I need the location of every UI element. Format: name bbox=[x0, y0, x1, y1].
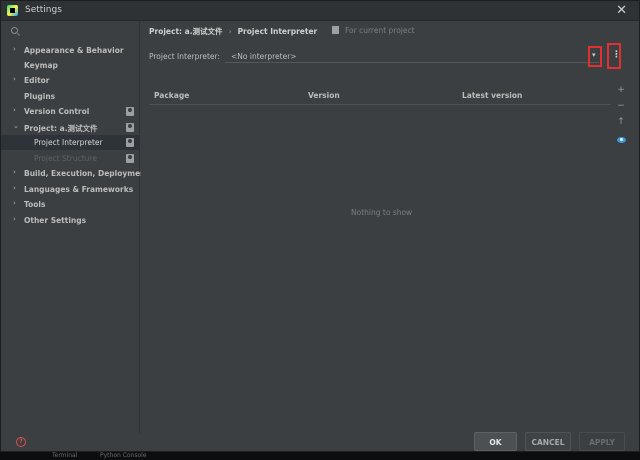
interpreter-dropdown-button[interactable]: ▾ bbox=[588, 46, 602, 67]
title-bar: Settings ✕ bbox=[1, 1, 639, 21]
sidebar-item-plugins[interactable]: Plugins bbox=[1, 89, 140, 104]
upgrade-package-icon[interactable]: ↑ bbox=[615, 117, 627, 129]
sidebar-item-label: Appearance & Behavior bbox=[24, 46, 124, 55]
sidebar-item-label: Project Structure bbox=[34, 154, 97, 163]
taskbar-python-console: Python Console bbox=[100, 452, 147, 459]
project-scope-icon bbox=[126, 154, 134, 163]
interpreter-select[interactable]: <No interpreter> bbox=[225, 47, 599, 63]
column-header-latest-version[interactable]: Latest version bbox=[462, 91, 522, 100]
sidebar-item-label: Tools bbox=[24, 200, 46, 209]
breadcrumb: Project: a.测试文件 › Project Interpreter bbox=[149, 26, 317, 37]
add-package-icon[interactable]: + bbox=[615, 85, 627, 97]
sidebar-item-label: Other Settings bbox=[24, 216, 87, 225]
for-current-project-note: For current project bbox=[332, 26, 415, 35]
sidebar-item-label: Plugins bbox=[24, 92, 56, 101]
settings-main-panel: Project: a.测试文件 › Project Interpreter For … bbox=[141, 21, 639, 433]
project-scope-icon bbox=[332, 26, 339, 34]
chevron-right-icon: › bbox=[13, 168, 16, 176]
sidebar-item-editor[interactable]: › Editor bbox=[1, 73, 140, 88]
help-icon[interactable]: ? bbox=[16, 437, 26, 447]
sidebar-item-keymap[interactable]: Keymap bbox=[1, 58, 140, 73]
sidebar-item-label: Build, Execution, Deployment bbox=[24, 169, 150, 178]
pycharm-logo-icon bbox=[7, 5, 18, 16]
chevron-right-icon: › bbox=[13, 106, 16, 114]
ok-button[interactable]: OK bbox=[474, 432, 517, 451]
empty-table-message: Nothing to show bbox=[351, 208, 413, 217]
background-taskbar: Terminal Python Console bbox=[0, 452, 640, 460]
settings-dialog: Settings ✕ › Appearance & Behavior Keyma… bbox=[0, 0, 640, 452]
sidebar-item-project[interactable]: ⌄ Project: a.测试文件 bbox=[1, 120, 140, 135]
breadcrumb-project: Project: a.测试文件 bbox=[149, 27, 223, 36]
more-vertical-icon: ⋮ bbox=[612, 50, 621, 60]
cancel-button[interactable]: CANCEL bbox=[525, 432, 571, 451]
chevron-right-icon: › bbox=[13, 215, 16, 223]
apply-button[interactable]: APPLY bbox=[579, 432, 625, 451]
chevron-right-icon: › bbox=[13, 184, 16, 192]
sidebar-item-project-structure[interactable]: Project Structure bbox=[1, 151, 140, 166]
sidebar-item-version-control[interactable]: › Version Control bbox=[1, 104, 140, 119]
sidebar-item-label: Project: a.测试文件 bbox=[24, 124, 98, 133]
window-title: Settings bbox=[25, 5, 62, 15]
sidebar-item-tools[interactable]: › Tools bbox=[1, 197, 140, 212]
sidebar-item-label: Editor bbox=[24, 76, 50, 85]
sidebar-item-label: Project Interpreter bbox=[34, 138, 103, 147]
chevron-down-icon: ⌄ bbox=[13, 122, 19, 130]
sidebar-item-label: Languages & Frameworks bbox=[24, 185, 134, 194]
sidebar-item-build[interactable]: › Build, Execution, Deployment bbox=[1, 166, 149, 181]
settings-search-input[interactable] bbox=[7, 25, 134, 39]
chevron-right-icon: › bbox=[13, 75, 16, 83]
project-scope-icon bbox=[126, 123, 134, 132]
show-early-releases-icon[interactable] bbox=[617, 137, 626, 143]
search-icon bbox=[11, 27, 18, 34]
column-header-package[interactable]: Package bbox=[154, 91, 189, 100]
column-header-version[interactable]: Version bbox=[308, 91, 340, 100]
packages-table-header: Package Version Latest version bbox=[149, 87, 611, 105]
breadcrumb-page: Project Interpreter bbox=[237, 27, 318, 36]
sidebar-item-label: Version Control bbox=[24, 107, 90, 116]
chevron-right-icon: › bbox=[13, 199, 16, 207]
project-scope-icon bbox=[126, 138, 134, 147]
chevron-down-icon: ▾ bbox=[592, 51, 596, 59]
sidebar-item-other-settings[interactable]: › Other Settings bbox=[1, 213, 140, 228]
breadcrumb-separator: › bbox=[228, 27, 232, 36]
project-scope-icon bbox=[126, 107, 134, 116]
settings-sidebar: › Appearance & Behavior Keymap › Editor … bbox=[1, 21, 149, 433]
close-icon[interactable]: ✕ bbox=[616, 3, 627, 18]
interpreter-more-button[interactable]: ⋮ bbox=[607, 43, 621, 69]
sidebar-item-appearance[interactable]: › Appearance & Behavior bbox=[1, 43, 140, 58]
remove-package-icon[interactable]: − bbox=[615, 101, 627, 113]
sidebar-item-label: Keymap bbox=[24, 61, 58, 70]
interpreter-value: <No interpreter> bbox=[231, 52, 297, 61]
sidebar-item-project-interpreter[interactable]: Project Interpreter bbox=[1, 135, 140, 150]
taskbar-terminal: Terminal bbox=[52, 452, 78, 459]
sidebar-item-languages[interactable]: › Languages & Frameworks bbox=[1, 182, 140, 197]
chevron-right-icon: › bbox=[13, 45, 16, 53]
interpreter-label: Project Interpreter: bbox=[149, 52, 220, 61]
for-current-project-label: For current project bbox=[345, 26, 415, 35]
